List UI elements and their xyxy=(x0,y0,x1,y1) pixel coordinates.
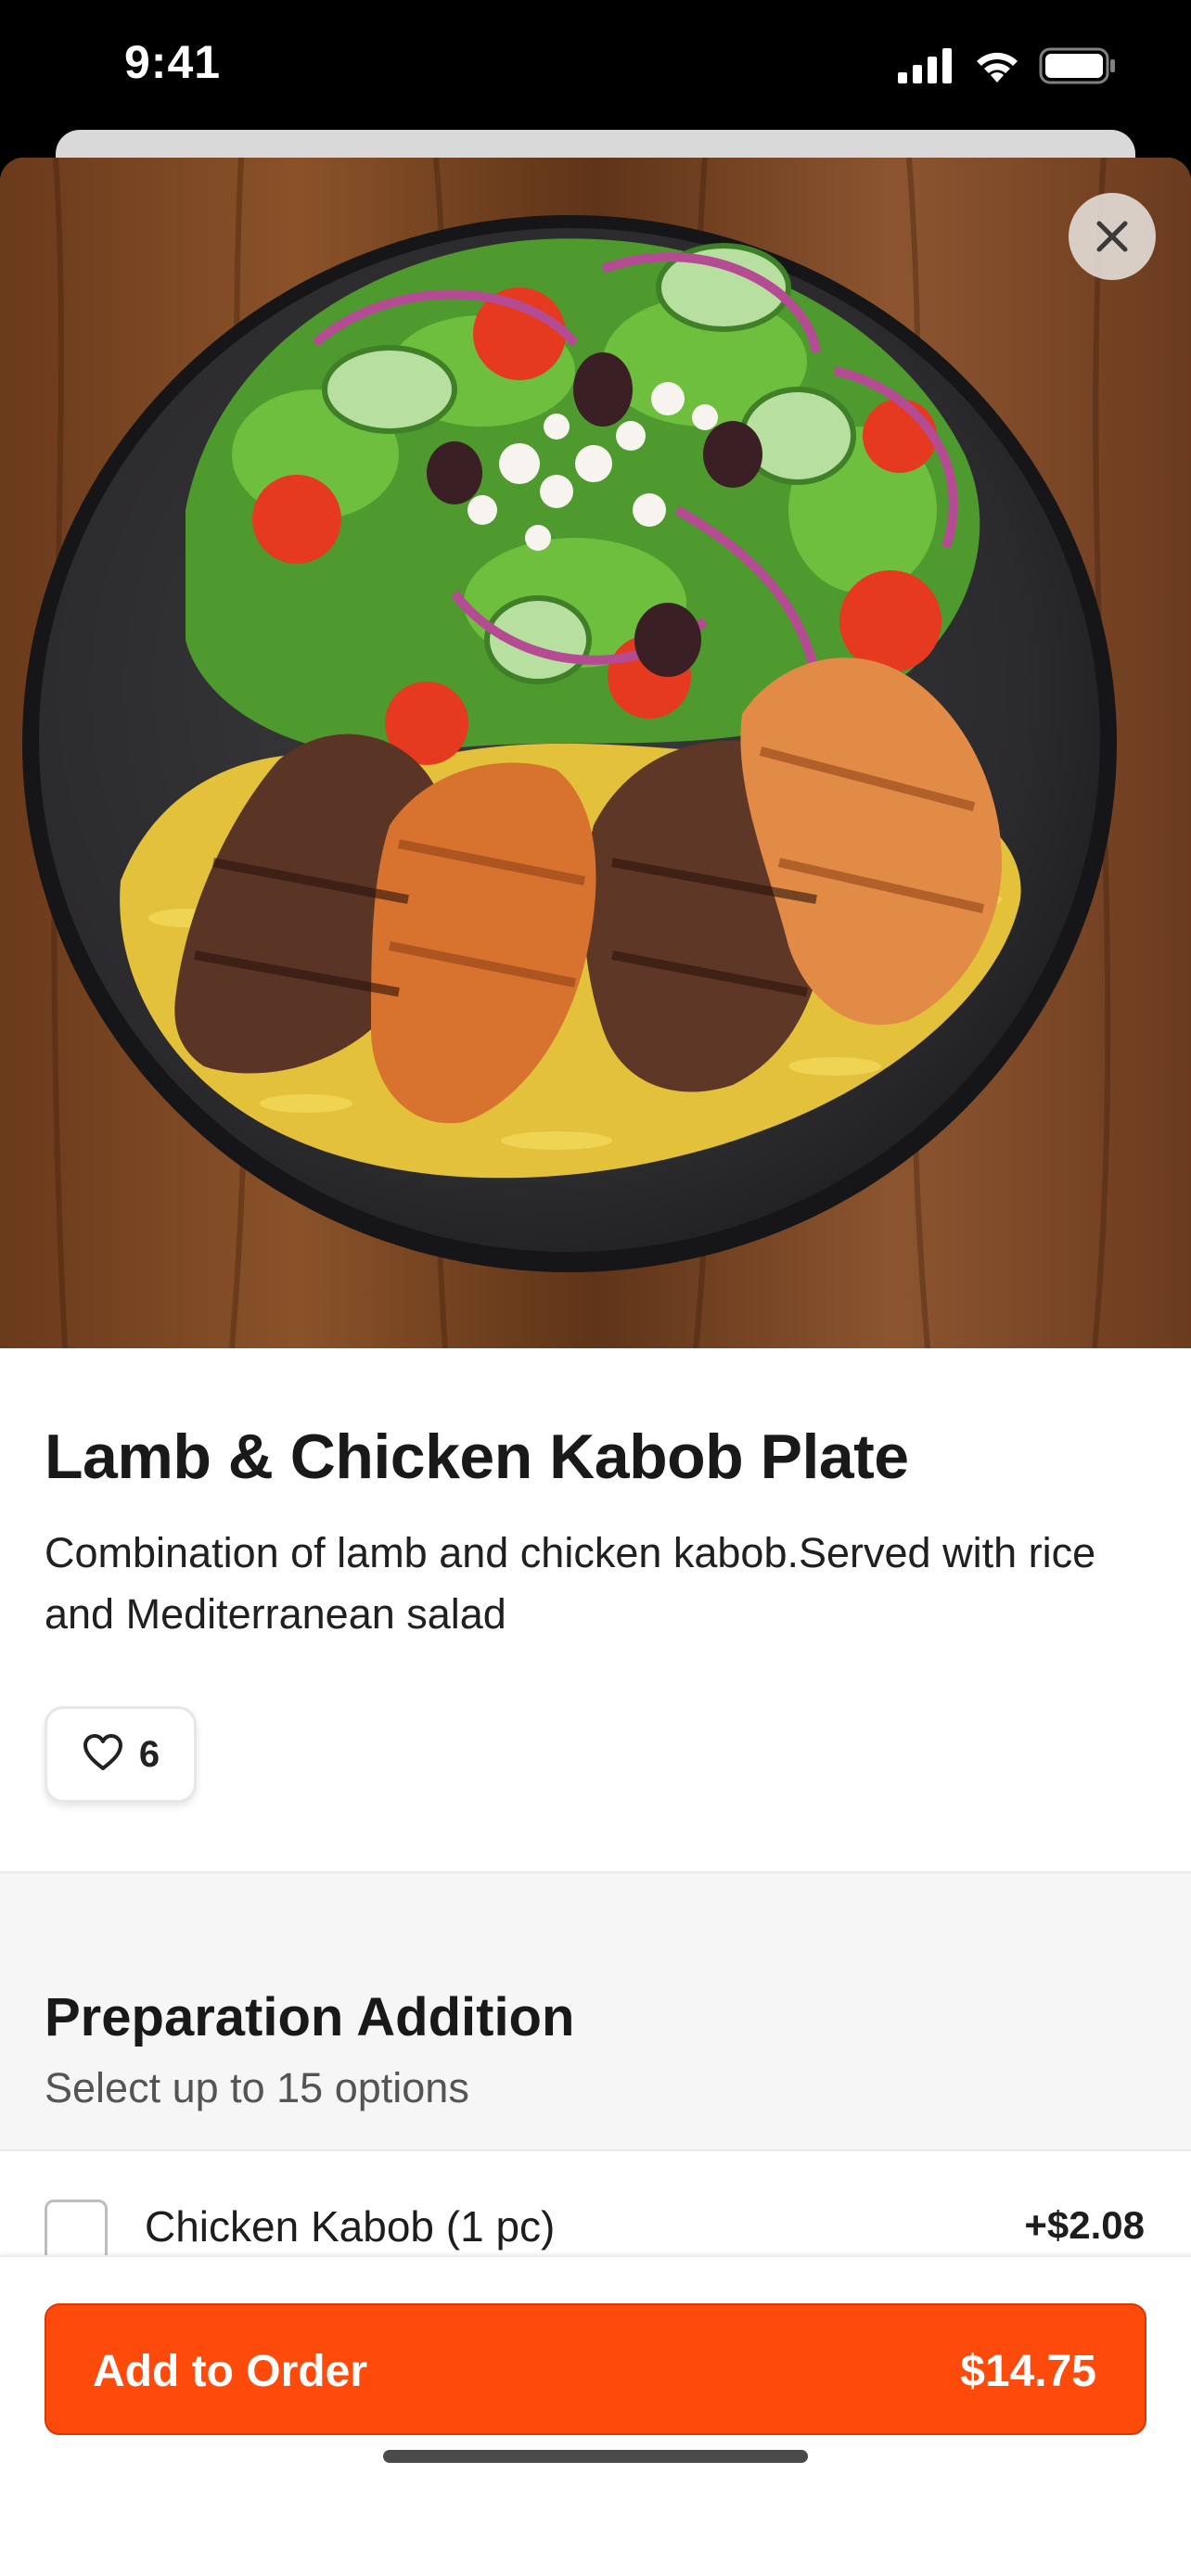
close-button[interactable] xyxy=(1069,193,1156,280)
option-price: +$2.08 xyxy=(1024,2203,1145,2247)
status-time: 9:41 xyxy=(124,36,222,88)
cellular-signal-icon xyxy=(898,47,955,88)
item-title: Lamb & Chicken Kabob Plate xyxy=(45,1422,909,1492)
option-group-header: Preparation Addition Select up to 15 opt… xyxy=(0,1873,1191,2149)
wifi-icon xyxy=(972,47,1022,89)
option-row[interactable]: Chicken Kabob (1 pc) +$2.08 xyxy=(0,2149,1191,2263)
add-to-order-button[interactable]: Add to Order $14.75 xyxy=(45,2303,1146,2435)
item-info: Lamb & Chicken Kabob Plate Combination o… xyxy=(0,1348,1191,1873)
like-count: 6 xyxy=(138,1733,160,1775)
battery-icon xyxy=(1039,47,1117,89)
app-screen: 9:41 Lamb & Chicken Kabob Plate Combinat… xyxy=(0,0,1191,2576)
heart-outline-icon xyxy=(82,1733,124,1777)
order-footer: Add to Order $14.75 xyxy=(0,2255,1191,2576)
like-button[interactable]: 6 xyxy=(45,1706,197,1803)
close-icon xyxy=(1094,218,1131,255)
item-description: Combination of lamb and chicken kabob.Se… xyxy=(45,1529,1096,1638)
status-bar: 9:41 xyxy=(0,0,1191,130)
item-hero-image xyxy=(0,158,1191,1348)
food-photo-illustration xyxy=(0,158,1191,1348)
option-group-subtitle: Select up to 15 options xyxy=(45,2064,469,2111)
add-to-order-label: Add to Order xyxy=(93,2347,367,2396)
option-label: Chicken Kabob (1 pc) xyxy=(145,2202,556,2251)
option-group-title: Preparation Addition xyxy=(45,1987,575,2047)
option-checkbox[interactable] xyxy=(45,2200,108,2263)
status-icons xyxy=(898,45,1117,91)
order-total: $14.75 xyxy=(960,2347,1096,2396)
home-indicator[interactable] xyxy=(383,2450,808,2463)
item-detail-sheet: Lamb & Chicken Kabob Plate Combination o… xyxy=(0,158,1191,2576)
